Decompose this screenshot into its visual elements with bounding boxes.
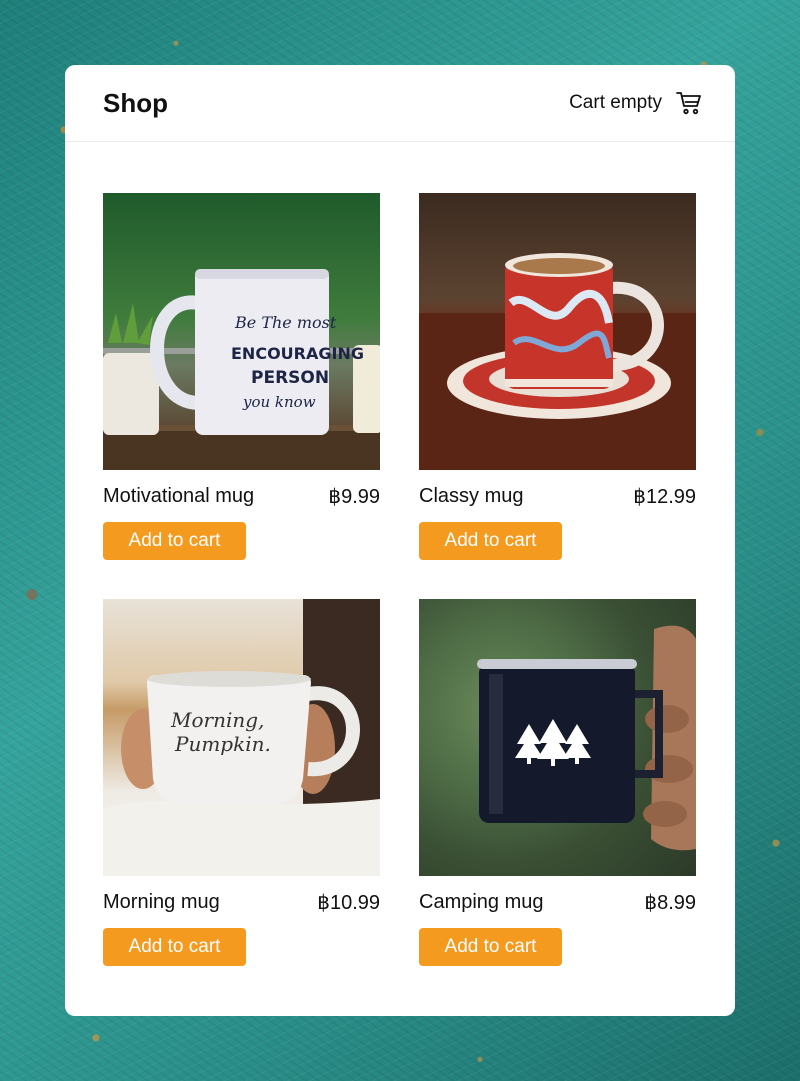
shop-card: Shop Cart empty Be The most ENCOURAGING … xyxy=(65,65,735,1016)
product-name: Classy mug xyxy=(419,485,524,507)
product-price: ฿12.99 xyxy=(633,486,696,508)
add-to-cart-button[interactable]: Add to cart xyxy=(419,928,562,966)
product-card: Morning, Pumpkin. Morning mug ฿10.99 Add… xyxy=(103,599,380,966)
mug-print-line-4: you know xyxy=(242,393,316,411)
product-card: Be The most ENCOURAGING PERSON you know … xyxy=(103,193,380,560)
mug-print-line-2: Pumpkin. xyxy=(174,732,271,756)
add-to-cart-button[interactable]: Add to cart xyxy=(419,522,562,560)
mug-print-line-2: ENCOURAGING xyxy=(231,344,364,363)
mug-print-line-1: Morning, xyxy=(170,708,264,732)
cart-status[interactable]: Cart empty xyxy=(569,90,702,116)
add-to-cart-button[interactable]: Add to cart xyxy=(103,522,246,560)
product-meta: Classy mug ฿12.99 xyxy=(419,484,696,509)
product-price: ฿8.99 xyxy=(644,892,696,914)
mug-print-line-3: PERSON xyxy=(251,368,329,388)
shop-header: Shop Cart empty xyxy=(65,65,735,142)
product-card: Classy mug ฿12.99 Add to cart xyxy=(419,193,696,560)
product-price: ฿10.99 xyxy=(317,892,380,914)
product-meta: Morning mug ฿10.99 xyxy=(103,890,380,915)
product-card: Camping mug ฿8.99 Add to cart xyxy=(419,599,696,966)
product-meta: Camping mug ฿8.99 xyxy=(419,890,696,915)
product-grid: Be The most ENCOURAGING PERSON you know … xyxy=(103,193,696,966)
product-meta: Motivational mug ฿9.99 xyxy=(103,484,380,509)
product-image-morning-mug[interactable]: Morning, Pumpkin. xyxy=(103,599,380,876)
cart-icon xyxy=(676,90,702,116)
mug-print-line-1: Be The most xyxy=(234,313,337,332)
cart-label: Cart empty xyxy=(569,92,662,113)
add-to-cart-button[interactable]: Add to cart xyxy=(103,928,246,966)
product-name: Camping mug xyxy=(419,891,544,913)
product-image-classy-mug[interactable] xyxy=(419,193,696,470)
product-name: Morning mug xyxy=(103,891,220,913)
product-image-camping-mug[interactable] xyxy=(419,599,696,876)
product-name: Motivational mug xyxy=(103,485,255,507)
product-price: ฿9.99 xyxy=(328,486,380,508)
page-title: Shop xyxy=(103,87,168,118)
product-image-motivational-mug[interactable]: Be The most ENCOURAGING PERSON you know xyxy=(103,193,380,470)
